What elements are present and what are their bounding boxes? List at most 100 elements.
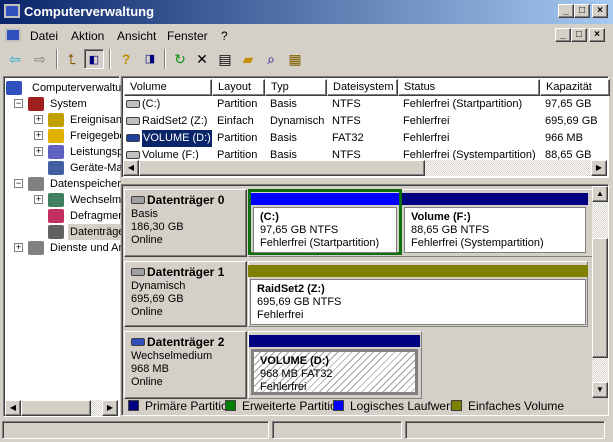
settings-icon[interactable]: ▦ [285,49,305,69]
disk-info-2[interactable]: Datenträger 2 Wechselmedium 968 MB Online [124,331,247,399]
scroll-up-button[interactable]: ▲ [592,186,608,202]
column-header-typ[interactable]: Typ [265,79,327,96]
disk-type: Wechselmedium [131,350,213,362]
help-icon[interactable]: ? [116,49,136,69]
title-bar: Computerverwaltung [0,0,613,24]
disk-type: Basis [131,208,158,220]
legend-swatch [333,400,344,411]
search-icon[interactable]: ⌕ [261,49,281,69]
tree-expander-plus[interactable]: + [34,147,43,156]
tree-expander-plus[interactable]: + [14,243,23,252]
partition-0-1[interactable]: Volume (F:) 88,65 GB NTFS Fehlerfrei (Syst… [404,207,586,253]
partition-2-0[interactable]: VOLUME (D:) 968 MB FAT32 Fehlerfrei [251,349,418,395]
toolbar-separator [56,49,58,69]
scroll-right-button[interactable]: ▶ [102,400,118,416]
cell-dateisystem: NTFS [332,115,361,127]
tree-expander-plus[interactable]: + [34,195,43,204]
legend-swatch [451,400,462,411]
menu-fenster[interactable]: Fenster [167,29,208,43]
scroll-right-button[interactable]: ▶ [591,160,607,176]
cell-layout: Partition [217,98,258,110]
disk-graphical-view: Datenträger 0 Basis 186,30 GB Online Datentr… [121,184,609,416]
tree-item-datenspeicher[interactable]: Datenspeicher [48,176,123,192]
scroll-thumb[interactable] [139,160,425,176]
disk-icon [131,196,145,204]
table-row[interactable]: VOLUME (D:) Partition Basis FAT32 Fehlerfrei… [124,129,604,148]
disk-header: Datenträger 0 [131,194,240,208]
status-pane [405,421,605,439]
tree-horizontal-scrollbar[interactable]: ◀ ▶ [5,400,118,416]
partition-detail: 88,65 GB NTFS [411,224,490,236]
back-icon[interactable]: ⇦ [5,49,25,69]
disk-info-1[interactable]: Datenträger 1 Dynamisch 695,69 GB Online [124,261,247,327]
partition-status: Fehlerfrei (Startpartition) [260,237,380,249]
cell-typ: Dynamisch [270,115,325,127]
partition-name: Volume (F:) [411,211,471,223]
status-pane [2,421,269,439]
legend-item: Erweiterte Partition [225,399,343,413]
menu-help[interactable]: ? [221,29,228,43]
column-header-dateisystem[interactable]: Dateisystem [327,79,398,96]
partition-detail: 695,69 GB NTFS [257,296,342,308]
drive-icon [126,100,140,108]
refresh-icon[interactable]: ↻ [170,49,190,69]
cell-kapazitt: 966 MB [545,132,583,144]
column-header-status[interactable]: Status [398,79,540,96]
tree-expander-plus[interactable]: + [34,131,43,140]
partition-detail: 97,65 GB NTFS [260,224,339,236]
tree-expander-plus[interactable]: + [34,115,43,124]
mdi-restore-button[interactable]: □ [571,28,587,42]
list-horizontal-scrollbar[interactable]: ◀ ▶ [123,160,607,176]
scroll-down-button[interactable]: ▼ [592,382,608,398]
tree-node-icon [48,113,64,127]
maximize-button[interactable]: □ [574,4,590,18]
disk-state: Online [131,376,163,388]
close-button[interactable]: × [592,4,608,18]
cell-volume: RaidSet2 (Z:) [142,115,208,127]
up-folder-icon[interactable]: ⮤ [62,49,82,69]
scroll-thumb[interactable] [592,238,608,358]
partition-1-0[interactable]: RaidSet2 (Z:) 695,69 GB NTFS Fehlerfrei [250,279,586,325]
disk-state: Online [131,306,163,318]
tree-item-computerverwaltung[interactable]: Computerverwaltung [30,80,136,96]
column-header-layout[interactable]: Layout [212,79,265,96]
scroll-left-button[interactable]: ◀ [123,160,139,176]
column-header-volume[interactable]: Volume [124,79,212,96]
scroll-thumb[interactable] [21,400,91,416]
partition-status: Fehlerfrei [260,381,307,393]
disk-info-0[interactable]: Datenträger 0 Basis 186,30 GB Online [124,189,247,257]
tree-node-icon [48,129,64,143]
column-header-kapazitt[interactable]: Kapazität [540,79,610,96]
menu-aktion[interactable]: Aktion [71,29,104,43]
table-row[interactable]: RaidSet2 (Z:) Einfach Dynamisch NTFS Fehlerf… [124,113,604,130]
graph-vertical-scrollbar[interactable]: ▲ ▼ [592,186,608,398]
minimize-button[interactable]: _ [558,4,574,18]
tree-node-icon [48,193,64,207]
tree-item-system[interactable]: System [48,96,89,112]
partition-name: VOLUME (D:) [260,355,330,367]
tree-node-icon [48,209,64,223]
partition-0-0[interactable]: (C:) 97,65 GB NTFS Fehlerfrei (Startpartit… [253,207,397,253]
partition-status: Fehlerfrei (Systempartition) [411,237,544,249]
delete-icon[interactable]: ✕ [192,49,212,69]
legend-item: Einfaches Volume [451,399,564,413]
open-icon[interactable]: ▰ [238,49,258,69]
console-tree: Computerverwaltung − System + Ereignisanzeig… [3,76,184,417]
mdi-minimize-button[interactable]: _ [555,28,571,42]
tree-expander-minus[interactable]: − [14,179,23,188]
mdi-computer-icon [5,28,21,42]
show-hide-action-pane-icon[interactable]: ◨ [140,49,160,69]
show-hide-tree-icon[interactable]: ◧ [84,49,104,69]
cell-kapazitt: 97,65 GB [545,98,592,110]
drive-icon [126,151,140,159]
scroll-left-button[interactable]: ◀ [5,400,21,416]
menu-ansicht[interactable]: Ansicht [117,29,156,43]
menu-datei[interactable]: Datei [30,29,58,43]
tree-expander-minus[interactable]: − [14,99,23,108]
cell-status: Fehlerfrei (Startpartition) [403,98,523,110]
table-row[interactable]: (C:) Partition Basis NTFS Fehlerfrei (Startp… [124,96,604,113]
forward-icon[interactable]: ⇨ [30,49,50,69]
properties-icon[interactable]: ▤ [215,49,235,69]
disk-type: Dynamisch [131,280,186,292]
mdi-close-button[interactable]: × [589,28,605,42]
